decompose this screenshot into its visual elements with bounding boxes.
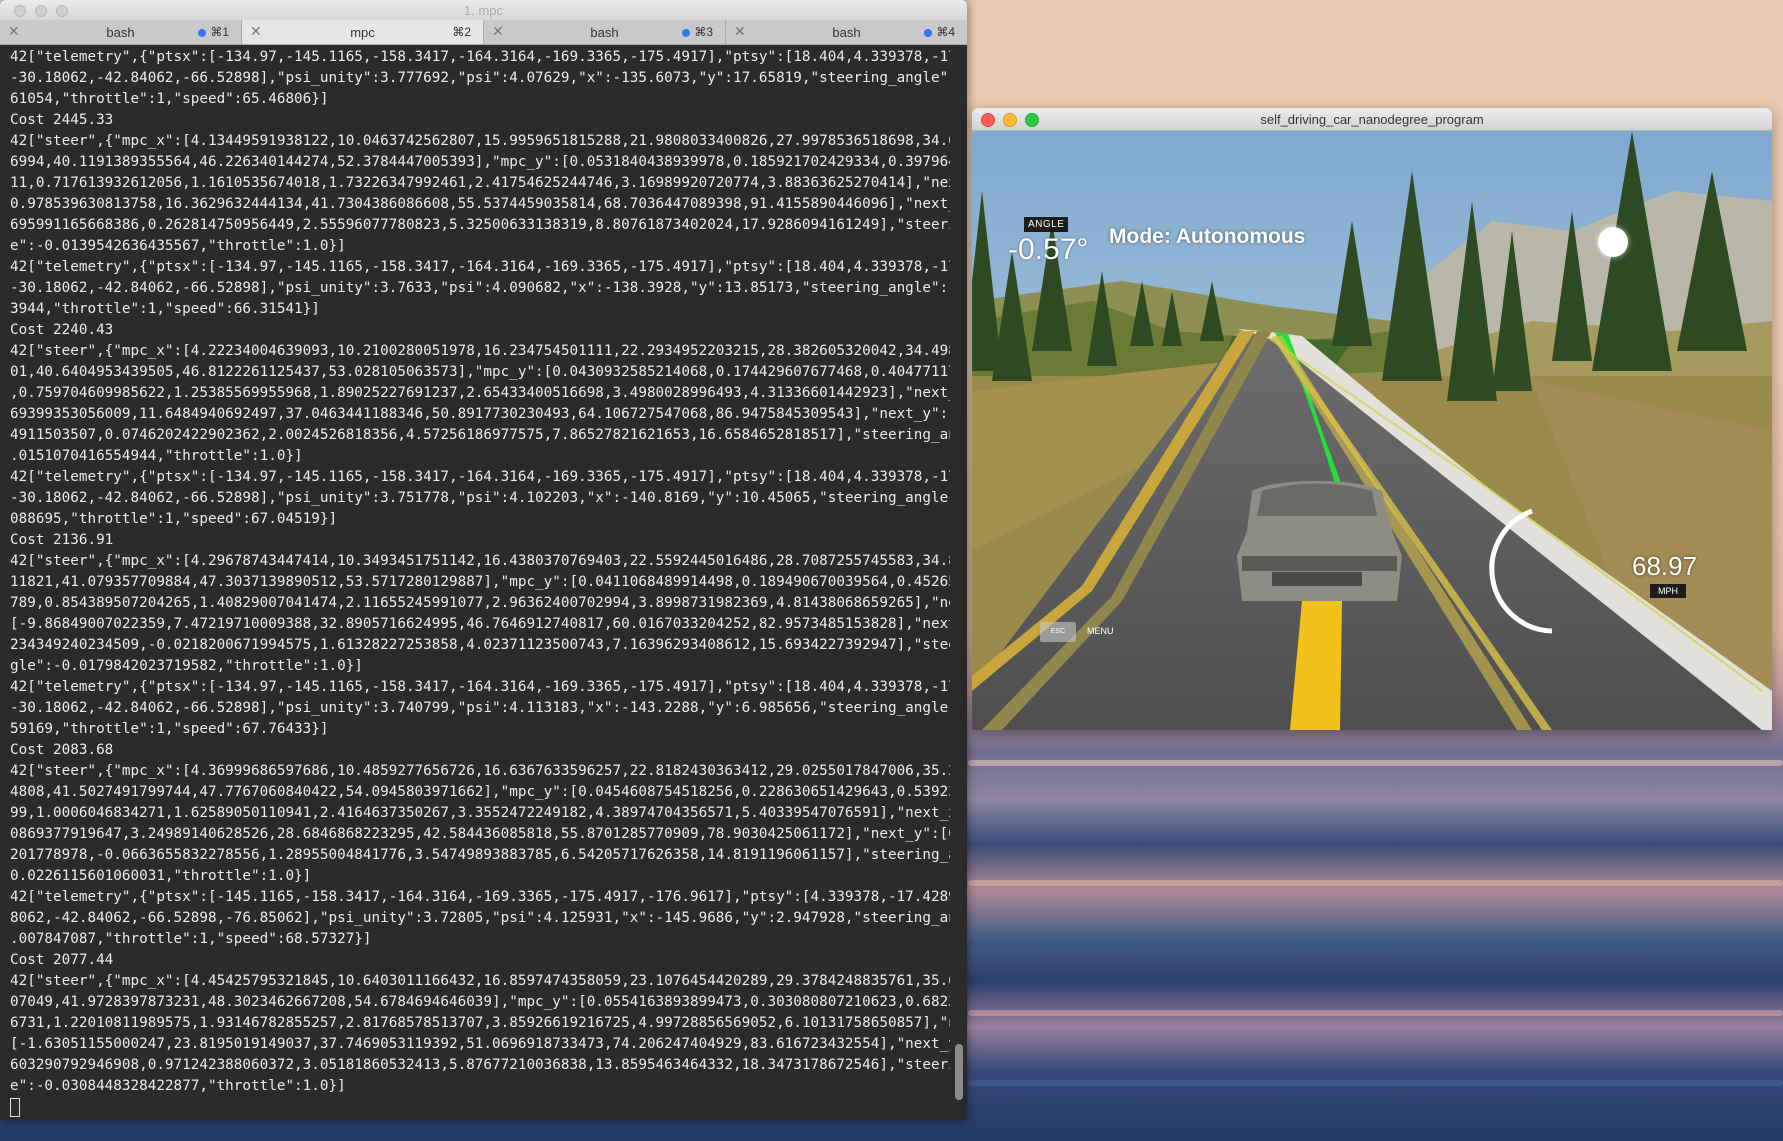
terminal-line: 61054,"throttle":1,"speed":65.46806}] — [10, 91, 329, 107]
terminal-line: 4808,41.5027491799744,47.7767060840422,5… — [10, 784, 950, 800]
tab-mpc[interactable]: ✕ mpc ⌘2 — [242, 20, 484, 44]
desktop-wallpaper-streak — [968, 760, 1783, 766]
terminal-line: 99,1.0006046834271,1.62589050110941,2.41… — [10, 805, 950, 821]
terminal-line: Cost 2240.43 — [10, 322, 114, 338]
terminal-line: [-1.63051155000247,23.8195019149037,37.7… — [10, 1036, 950, 1052]
terminal-line: 8062,-42.84062,-66.52898,-76.85062],"psi… — [10, 910, 950, 926]
activity-dot-icon — [924, 28, 933, 37]
terminal-line: 42["telemetry",{"ptsx":[-134.97,-145.116… — [10, 469, 950, 485]
terminal-line: 6731,1.22010811989575,1.93146782855257,2… — [10, 1015, 950, 1031]
desktop-wallpaper-streak — [968, 820, 1783, 826]
tab-label: bash — [106, 24, 135, 40]
terminal-line: 59169,"throttle":1,"speed":67.76433}] — [10, 721, 329, 737]
terminal-window-title: 1. mpc — [463, 3, 503, 18]
driving-scene: ANGLE -0.57° Mode: Autonomous 68.97 MPH … — [972, 131, 1772, 730]
terminal-line: [-9.86849007022359,7.47219710009388,32.8… — [10, 616, 950, 632]
terminal-line: Cost 2083.68 — [10, 742, 114, 758]
terminal-line: 42["telemetry",{"ptsx":[-134.97,-145.116… — [10, 49, 950, 65]
terminal-line: 42["telemetry",{"ptsx":[-134.97,-145.116… — [10, 259, 950, 275]
mode-indicator: Mode: Autonomous — [1109, 225, 1306, 248]
terminal-line: ,0.759704609985622,1.25385569955968,1.89… — [10, 385, 950, 401]
steering-angle-value: -0.57° — [1008, 233, 1089, 266]
terminal-line: 69399353056009,11.6484940692497,37.04634… — [10, 406, 950, 422]
desktop-wallpaper-streak — [968, 1080, 1783, 1086]
terminal-line: Cost 2445.33 — [10, 112, 114, 128]
simulator-window-title: self_driving_car_nanodegree_program — [1260, 112, 1484, 127]
terminal-line: .007847087,"throttle":1,"speed":68.57327… — [10, 931, 372, 947]
terminal-line: 695991165668386,0.262814750956449,2.5559… — [10, 217, 950, 233]
terminal-line: 42["telemetry",{"ptsx":[-134.97,-145.116… — [10, 679, 950, 695]
angle-label: ANGLE — [1024, 217, 1069, 232]
esc-button[interactable]: ESC — [1040, 622, 1076, 642]
terminal-line: Cost 2077.44 — [10, 952, 114, 968]
terminal-line: 3944,"throttle":1,"speed":66.31541}] — [10, 301, 320, 317]
terminal-titlebar[interactable]: 1. mpc — [0, 0, 967, 20]
terminal-line: 0.978539630813758,16.3629632444134,41.73… — [10, 196, 950, 212]
terminal-line: e":-0.0139542636435567,"throttle":1.0}] — [10, 238, 346, 254]
terminal-scrollbar[interactable] — [955, 50, 963, 1112]
terminal-line: 42["telemetry",{"ptsx":[-145.1165,-158.3… — [10, 889, 950, 905]
terminal-line: 789,0.854389507204265,1.40829007041474,2… — [10, 595, 950, 611]
tab-bash-4[interactable]: ✕ bash ⌘4 — [726, 20, 967, 44]
terminal-window: 1. mpc ✕ bash ⌘1 ✕ mpc ⌘2 ✕ bash ⌘3 ✕ ba… — [0, 0, 967, 1120]
activity-dot-icon — [198, 28, 207, 37]
terminal-line: 42["steer",{"mpc_x":[4.36999686597686,10… — [10, 763, 950, 779]
terminal-line: 11821,41.079357709884,47.3037139890512,5… — [10, 574, 950, 590]
terminal-line: 201778978,-0.0663655832278556,1.28955004… — [10, 847, 950, 863]
tab-label: bash — [590, 24, 619, 40]
tab-bash-3[interactable]: ✕ bash ⌘3 — [484, 20, 726, 44]
terminal-line: 07049,41.9728397873231,48.3023462667208,… — [10, 994, 950, 1010]
tab-shortcut: ⌘2 — [452, 25, 471, 39]
terminal-line: Cost 2136.91 — [10, 532, 114, 548]
simulator-window: self_driving_car_nanodegree_program ANGL… — [972, 108, 1772, 730]
close-tab-icon[interactable]: ✕ — [250, 23, 262, 40]
terminal-line: 0869377919647,3.24989140628526,28.684686… — [10, 826, 950, 842]
terminal-line: 11,0.717613932612056,1.1610535674018,1.7… — [10, 175, 950, 191]
terminal-line: 42["steer",{"mpc_x":[4.45425795321845,10… — [10, 973, 950, 989]
simulator-titlebar[interactable]: self_driving_car_nanodegree_program — [972, 108, 1772, 131]
tab-label: mpc — [350, 24, 375, 40]
tab-bash-1[interactable]: ✕ bash ⌘1 — [0, 20, 242, 44]
terminal-line: 42["steer",{"mpc_x":[4.29678743447414,10… — [10, 553, 950, 569]
tab-label: bash — [832, 24, 861, 40]
terminal-line: gle":-0.0179842023719582,"throttle":1.0}… — [10, 658, 363, 674]
terminal-line: -30.18062,-42.84062,-66.52898],"psi_unit… — [10, 280, 950, 296]
scrollbar-thumb[interactable] — [955, 1044, 963, 1100]
terminal-line: 42["steer",{"mpc_x":[4.13449591938122,10… — [10, 133, 950, 149]
terminal-line: .0151070416554944,"throttle":1.0}] — [10, 448, 303, 464]
terminal-line: 42["steer",{"mpc_x":[4.22234004639093,10… — [10, 343, 950, 359]
terminal-line: e":-0.0308448328422877,"throttle":1.0}] — [10, 1078, 346, 1094]
terminal-line: 088695,"throttle":1,"speed":67.04519}] — [10, 511, 338, 527]
speed-unit: MPH — [1650, 584, 1686, 598]
terminal-line: -30.18062,-42.84062,-66.52898],"psi_unit… — [10, 700, 950, 716]
desktop-wallpaper-streak — [968, 880, 1783, 886]
car — [1237, 481, 1402, 601]
terminal-line: 01,40.6404953439505,46.8122261125437,53.… — [10, 364, 950, 380]
speed-value: 68.97 — [1632, 551, 1698, 581]
text-cursor-icon — [10, 1097, 20, 1117]
terminal-line: 0.0226115601060031,"throttle":1.0}] — [10, 868, 312, 884]
terminal-line: 6994,40.1191389355564,46.226340144274,52… — [10, 154, 950, 170]
desktop-wallpaper-streak — [968, 940, 1783, 946]
terminal-output[interactable]: 42["telemetry",{"ptsx":[-134.97,-145.116… — [0, 45, 950, 1120]
terminal-tab-bar: ✕ bash ⌘1 ✕ mpc ⌘2 ✕ bash ⌘3 ✕ bash ⌘4 — [0, 20, 967, 45]
terminal-line: 4911503507,0.0746202422902362,2.00245268… — [10, 427, 950, 443]
tab-shortcut: ⌘4 — [924, 25, 955, 39]
terminal-line: 234349240234509,-0.0218200671994575,1.61… — [10, 637, 950, 653]
scene-graphic — [972, 131, 1772, 730]
tab-shortcut: ⌘3 — [682, 25, 713, 39]
terminal-line: -30.18062,-42.84062,-66.52898],"psi_unit… — [10, 490, 950, 506]
terminal-line: -30.18062,-42.84062,-66.52898],"psi_unit… — [10, 70, 950, 86]
tab-shortcut: ⌘1 — [198, 25, 229, 39]
close-tab-icon[interactable]: ✕ — [8, 23, 20, 40]
sun-glare-icon — [1598, 227, 1628, 257]
activity-dot-icon — [682, 28, 691, 37]
terminal-prompt[interactable] — [10, 1097, 950, 1118]
terminal-line: 603290792946908,0.971242388060372,3.0518… — [10, 1057, 950, 1073]
close-tab-icon[interactable]: ✕ — [492, 23, 504, 40]
desktop-wallpaper-streak — [968, 1010, 1783, 1016]
menu-label: MENU — [1087, 626, 1114, 636]
close-tab-icon[interactable]: ✕ — [734, 23, 746, 40]
